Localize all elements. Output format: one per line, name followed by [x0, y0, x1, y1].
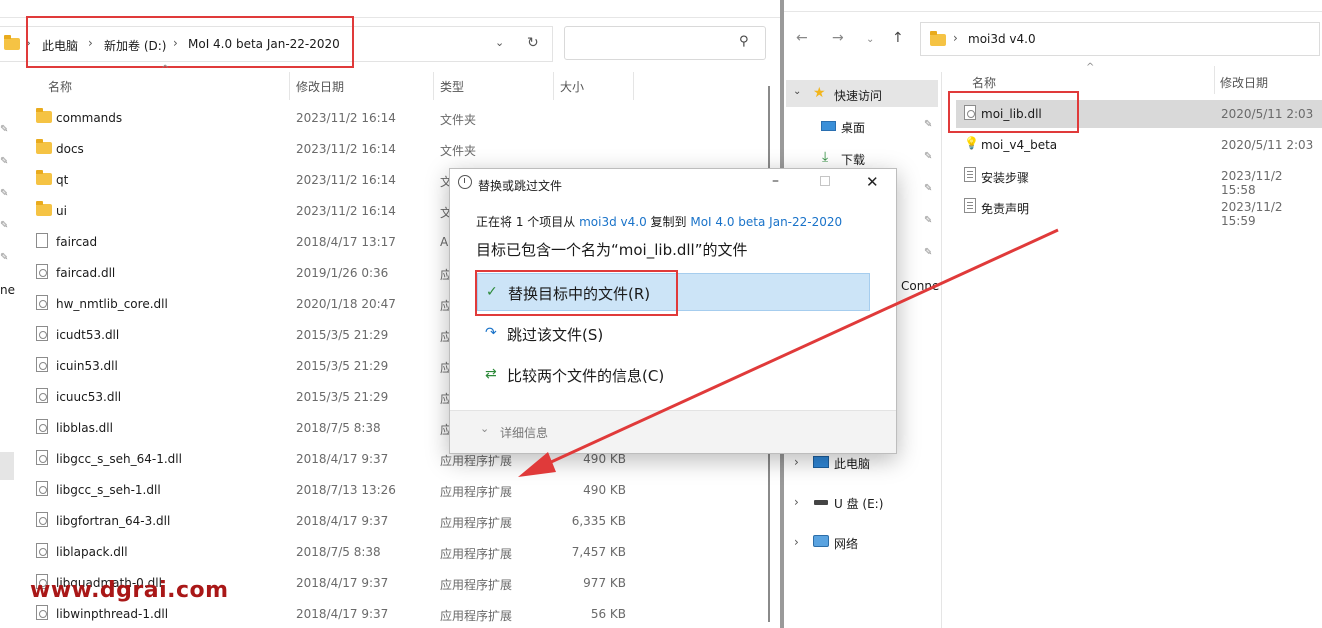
- annotation-arrow: [518, 228, 1059, 477]
- watermark-text: www.dgrai.com: [30, 578, 229, 603]
